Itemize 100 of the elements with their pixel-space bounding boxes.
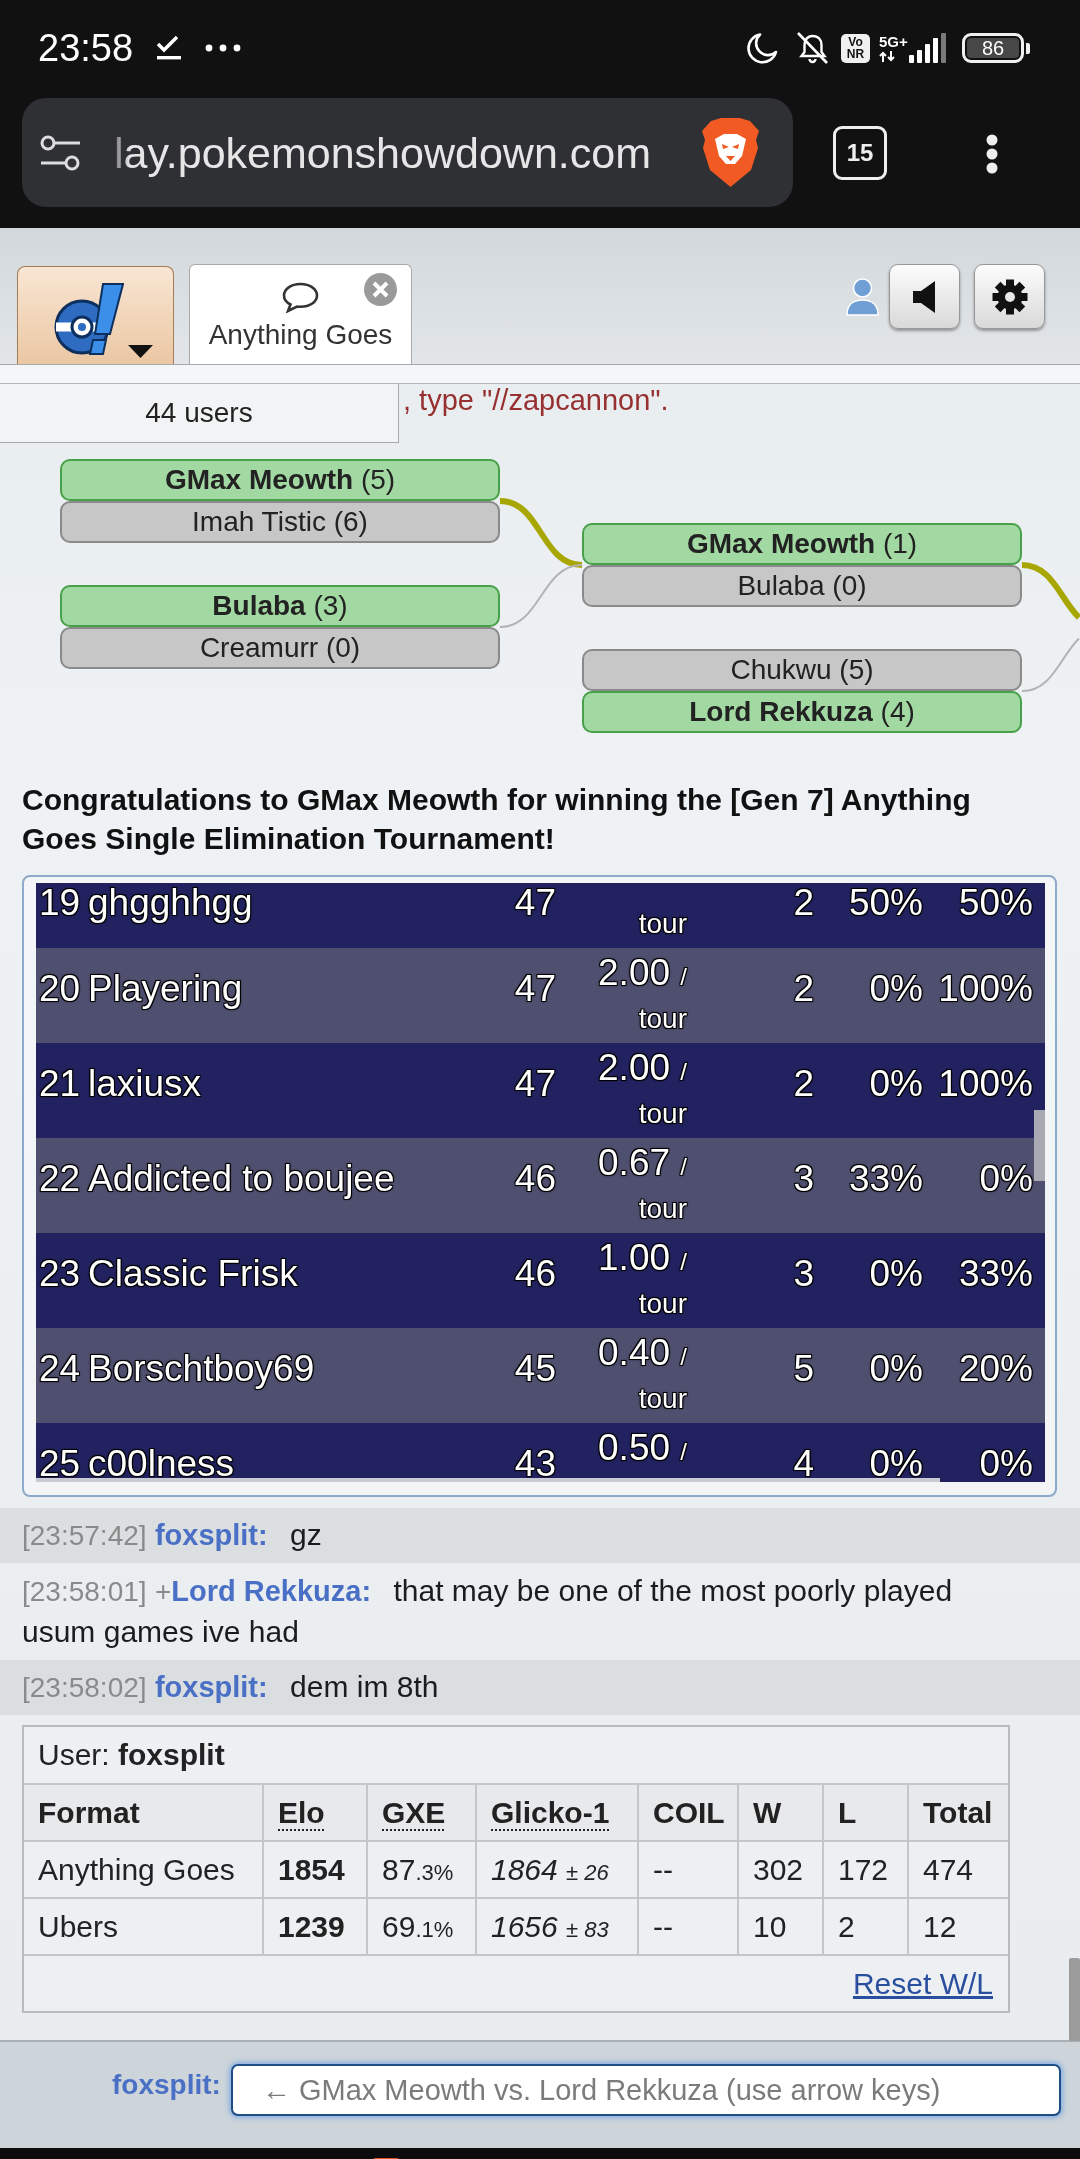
table-cell-text: Classic Frisk — [88, 1252, 299, 1296]
table-cell: 1854 — [263, 1841, 367, 1898]
table-cell: -- — [638, 1841, 738, 1898]
table-cell-text: 2 — [792, 1062, 815, 1106]
table-cell-text: Playering — [88, 967, 244, 1011]
data-arrows-icon — [879, 49, 896, 63]
bracket-player: Imah Tistic (6) — [60, 501, 500, 543]
more-menu-icon[interactable] — [986, 134, 998, 174]
table-cell: Ubers — [24, 1898, 263, 1955]
sliders-icon[interactable] — [40, 134, 81, 171]
check-icon — [155, 35, 184, 61]
column-header: GXE — [367, 1785, 476, 1841]
table-cell-text: 50% — [847, 883, 924, 923]
chat-bubble-icon — [282, 282, 319, 313]
chat-message: [23:57:42] foxsplit: gz — [0, 1508, 1080, 1563]
table-cell-text: 21 — [39, 1062, 82, 1106]
settings-button[interactable] — [974, 264, 1045, 329]
table-cell-text: 2 — [792, 883, 815, 923]
close-icon[interactable] — [364, 273, 397, 306]
bracket-player: Chukwu (5) — [582, 649, 1022, 691]
table-cell-text: 3 — [792, 1157, 815, 1201]
column-header: COIL — [638, 1785, 738, 1841]
table-cell-text: 45 — [513, 1347, 557, 1391]
table-cell-text: 47 — [513, 1062, 557, 1106]
table-cell: 1864 ± 26 — [476, 1841, 638, 1898]
chat-message: [23:58:01] +Lord Rekkuza: that may be one of the most poorly played usum games ive had — [21, 1573, 954, 1650]
user-list-button[interactable]: 44 users — [0, 384, 399, 443]
table-cell-text: 2.00 / tour — [597, 1046, 688, 1131]
url-text[interactable]: lay.pokemonshowdown.com — [114, 126, 701, 179]
table-cell-text: 4 — [792, 1442, 815, 1482]
announcement-text: Congratulations to GMax Meowth for winning the [Gen 7] Anything Goes Single Elimination Tournament! — [22, 782, 972, 857]
column-header: Glicko-1 — [476, 1785, 638, 1841]
network-type: 5G+ — [879, 33, 908, 50]
lion-shield-icon[interactable] — [701, 118, 760, 187]
table-cell-text: 47 — [513, 967, 557, 1011]
table-cell-text: 5 — [792, 1347, 815, 1391]
table-cell: Anything Goes — [24, 1841, 263, 1898]
scrollbar-thumb[interactable] — [1034, 1110, 1045, 1181]
table-cell-text: 20% — [957, 1347, 1033, 1391]
table-cell-text: 0.40 / tour — [597, 1331, 688, 1416]
chat-text: , type "//zapcannon". — [403, 384, 669, 416]
logo-icon — [52, 282, 124, 356]
scrollbar-thumb[interactable] — [36, 1478, 940, 1482]
table-cell-text: 100% — [937, 967, 1033, 1011]
table-cell: -- — [638, 1898, 738, 1955]
table-cell-text: 19 — [39, 883, 82, 923]
clock-time: 23:58 — [38, 26, 134, 70]
speaker-icon — [912, 280, 937, 313]
table-cell-text: 2.00 / tour — [597, 951, 688, 1036]
table-cell-text: laxiusx — [88, 1062, 203, 1106]
table-cell-text: 1.00 / tour — [597, 1236, 688, 1321]
table-cell-text: 0% — [868, 967, 924, 1011]
table-cell: 172 — [823, 1841, 908, 1898]
address-bar[interactable]: lay.pokemonshowdown.com — [22, 98, 793, 207]
battery-indicator: 86 — [962, 33, 1030, 63]
table-cell-text: 25 — [39, 1442, 82, 1482]
table-cell: 2 — [823, 1898, 908, 1955]
table-cell-text: 33% — [847, 1157, 924, 1201]
table-cell-text: 24 — [39, 1347, 82, 1391]
table-cell-text: c00lness — [88, 1442, 236, 1482]
scrollbar-thumb[interactable] — [1069, 1958, 1080, 2041]
moon-icon — [745, 31, 779, 65]
reset-link[interactable]: Reset W/L — [852, 1966, 993, 2001]
column-header: W — [738, 1785, 823, 1841]
settings-icon — [991, 278, 1028, 315]
bracket-player: Bulaba (3) — [60, 585, 500, 627]
bracket-player: GMax Meowth (5) — [60, 459, 500, 501]
bracket-player: GMax Meowth (1) — [582, 523, 1022, 565]
room-tab[interactable]: Anything Goes — [189, 264, 412, 364]
table-cell-text: Borschtboy69 — [88, 1347, 316, 1391]
bracket-player: Creamurr (0) — [60, 627, 500, 669]
user-icon[interactable] — [846, 278, 879, 316]
table-cell-text: 23 — [39, 1252, 82, 1296]
caret-icon — [128, 345, 153, 358]
tab-count-button[interactable]: 15 — [833, 126, 887, 180]
table-cell-text: 43 — [513, 1442, 557, 1482]
chat-message: [23:58:02] foxsplit: dem im 8th — [0, 1660, 1080, 1715]
table-cell-text: 0.67 / tour — [597, 1141, 688, 1226]
column-header: Elo — [263, 1785, 367, 1841]
column-header: L — [823, 1785, 908, 1841]
table-cell-text: Addicted to boujee — [88, 1157, 396, 1201]
bell-off-icon — [794, 31, 831, 65]
column-header: Format — [24, 1785, 263, 1841]
table-cell: 302 — [738, 1841, 823, 1898]
table-cell-text: ghgghhgg — [88, 883, 254, 923]
table-cell-text: 0% — [868, 1062, 924, 1106]
table-cell: 87.3% — [367, 1841, 476, 1898]
column-header: Total — [908, 1785, 1008, 1841]
table-cell-text: 0% — [868, 1347, 924, 1391]
table-cell: 69.1% — [367, 1898, 476, 1955]
sound-button[interactable] — [889, 264, 960, 329]
bracket-player: Lord Rekkuza (4) — [582, 691, 1022, 733]
main-menu-button[interactable] — [17, 266, 174, 364]
username-label: foxsplit: — [112, 2068, 221, 2102]
table-cell-text: 0% — [868, 1442, 924, 1482]
table-cell: 1239 — [263, 1898, 367, 1955]
chat-input[interactable]: ← GMax Meowth vs. Lord Rekkuza (use arrow keys) — [230, 2064, 1061, 2116]
bracket-player: Bulaba (0) — [582, 565, 1022, 607]
more-dots-icon — [205, 44, 242, 52]
table-cell-text: 100% — [937, 1062, 1033, 1106]
